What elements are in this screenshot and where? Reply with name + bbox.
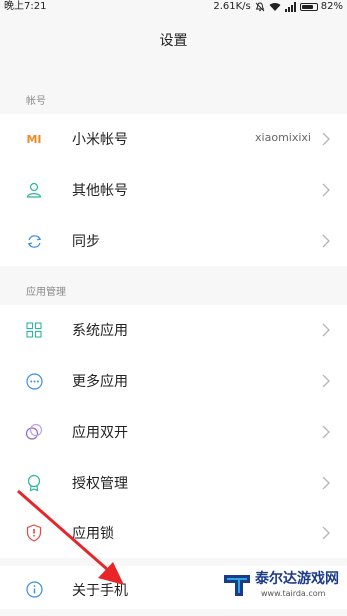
- settings-row-other-accounts[interactable]: 其他帐号: [0, 165, 347, 215]
- chevron-right-icon: [322, 234, 330, 248]
- row-label: 应用双开: [72, 425, 128, 441]
- user-icon: [25, 181, 43, 199]
- permission-badge-icon: [25, 474, 43, 492]
- chevron-right-icon: [322, 323, 330, 337]
- row-label: 关于手机: [72, 583, 128, 599]
- settings-row-dual-apps[interactable]: 应用双开: [0, 407, 347, 457]
- row-label: 应用锁: [72, 526, 114, 542]
- mute-icon: [255, 2, 265, 12]
- mi-logo-icon: MI: [26, 132, 42, 146]
- settings-row-permissions[interactable]: 授权管理: [0, 458, 347, 508]
- battery-percent: 82%: [320, 1, 343, 12]
- row-label: 系统应用: [72, 323, 128, 339]
- chevron-right-icon: [322, 526, 330, 540]
- settings-row-sync[interactable]: 同步: [0, 216, 347, 266]
- chevron-right-icon: [322, 425, 330, 439]
- section-label-app-management: 应用管理: [26, 287, 66, 298]
- page-title: 设置: [159, 33, 188, 49]
- chevron-right-icon: [322, 476, 330, 490]
- watermark-url: www.tairda.com: [261, 589, 326, 598]
- status-icons: 2.61K/s 82%: [213, 0, 343, 14]
- status-time: 晚上7:21: [4, 1, 47, 12]
- account-group: MI 小米帐号 xiaomixixi 其他帐号 同步: [0, 114, 347, 266]
- wifi-icon: [269, 2, 281, 12]
- signal-icon: [284, 2, 296, 12]
- dual-app-icon: [25, 423, 43, 441]
- row-label: 授权管理: [72, 476, 128, 492]
- chevron-right-icon: [322, 132, 330, 146]
- row-value: xiaomixixi: [255, 131, 311, 144]
- row-label: 更多应用: [72, 374, 128, 390]
- status-bar: 晚上7:21 2.61K/s 82%: [0, 0, 347, 14]
- section-label-account: 帐号: [26, 96, 46, 107]
- info-icon: [25, 580, 43, 598]
- grid-icon: [25, 321, 43, 339]
- row-label: 小米帐号: [72, 132, 128, 148]
- sync-icon: [25, 232, 43, 250]
- app-management-group: 系统应用 更多应用 应用双开 授权管理 应用锁: [0, 305, 347, 558]
- header: 设置: [0, 14, 347, 64]
- chevron-right-icon: [322, 374, 330, 388]
- settings-row-system-apps[interactable]: 系统应用: [0, 305, 347, 355]
- watermark: 泰尔达游戏网 www.tairda.com: [221, 567, 341, 605]
- row-label: 其他帐号: [72, 183, 128, 199]
- more-dots-icon: [25, 372, 43, 390]
- settings-row-more-apps[interactable]: 更多应用: [0, 356, 347, 406]
- settings-row-app-lock[interactable]: 应用锁: [0, 508, 347, 558]
- watermark-title: 泰尔达游戏网: [255, 571, 339, 587]
- settings-row-mi-account[interactable]: MI 小米帐号 xiaomixixi: [0, 114, 347, 164]
- watermark-logo-icon: [224, 575, 250, 596]
- app-lock-shield-icon: [25, 524, 43, 542]
- network-speed: 2.61K/s: [213, 1, 251, 12]
- row-label: 同步: [72, 234, 100, 250]
- battery-icon: 82%: [299, 0, 343, 14]
- chevron-right-icon: [322, 183, 330, 197]
